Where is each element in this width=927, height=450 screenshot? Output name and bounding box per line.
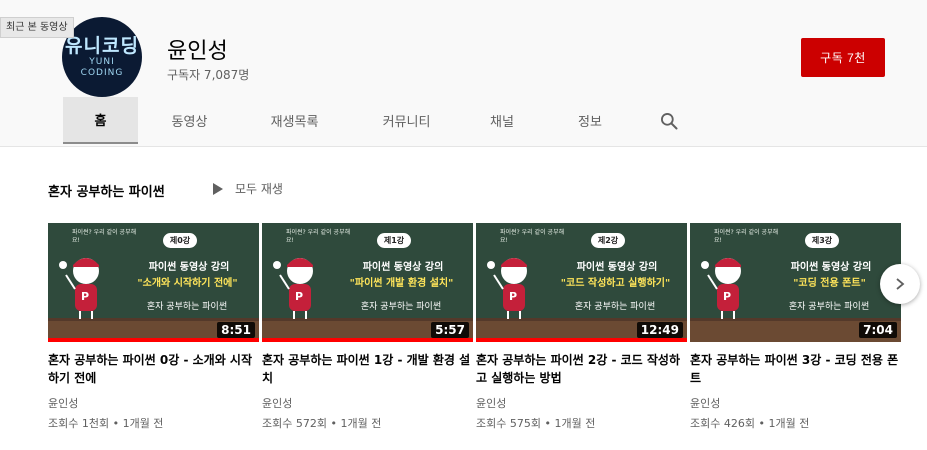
play-icon [213, 182, 223, 195]
tab-home[interactable]: 홈 [63, 97, 138, 144]
avatar-logo-text: 유니코딩 [65, 35, 139, 57]
video-channel[interactable]: 윤인성 [262, 395, 473, 411]
thumbnail-book: 혼자 공부하는 파이썬 [574, 302, 656, 312]
video-card[interactable]: 제2강 파이썬? 우리 같이 공부해요! 파이썬 동영상 강의 "코드 작성하고 실행… [476, 223, 687, 431]
channel-header: 유니코딩 YUNI CODING 윤인성 구독자 7,087명 구독 7천 홈 … [0, 0, 927, 146]
video-meta: 조회수 572회 • 1개월 전 [262, 417, 382, 430]
thumbnail-p-letter: P [81, 290, 90, 303]
thumbnail-book: 혼자 공부하는 파이썬 [360, 302, 442, 312]
video-duration: 8:51 [217, 322, 255, 338]
tab-videos[interactable]: 동영상 [138, 97, 241, 144]
thumbnail-line1: 파이썬 동영상 강의 [362, 262, 444, 273]
watch-progress-bar [476, 338, 687, 342]
video-title[interactable]: 혼자 공부하는 파이썬 1강 - 개발 환경 설치 [262, 351, 473, 387]
thumbnail-note: 파이썬? 우리 같이 공부해요! [286, 229, 351, 244]
channel-tabs: 홈 동영상 재생목록 커뮤니티 채널 정보 [63, 97, 696, 145]
thumbnail-line1: 파이썬 동영상 강의 [790, 262, 872, 273]
channel-name: 윤인성 [167, 39, 228, 64]
thumbnail-badge: 제0강 [163, 233, 197, 248]
video-thumbnail[interactable]: 제3강 파이썬? 우리 같이 공부해요! 파이썬 동영상 강의 "코딩 전용 폰트" 혼… [690, 223, 901, 342]
tab-playlists[interactable]: 재생목록 [241, 97, 348, 144]
video-channel[interactable]: 윤인성 [476, 395, 687, 411]
tab-channels[interactable]: 채널 [465, 97, 539, 144]
video-channel[interactable]: 윤인성 [690, 395, 901, 411]
recent-video-tag: 최근 본 동영상 [0, 17, 74, 38]
watch-progress-bar [262, 338, 473, 342]
video-thumbnail[interactable]: 제1강 파이썬? 우리 같이 공부해요! 파이썬 동영상 강의 "파이썬 개발 환경 … [262, 223, 473, 342]
video-thumbnail[interactable]: 제2강 파이썬? 우리 같이 공부해요! 파이썬 동영상 강의 "코드 작성하고 실행… [476, 223, 687, 342]
thumbnail-note: 파이썬? 우리 같이 공부해요! [714, 229, 779, 244]
tab-community[interactable]: 커뮤니티 [348, 97, 465, 144]
thumbnail-book: 혼자 공부하는 파이썬 [788, 302, 870, 312]
watch-progress-bar [48, 338, 259, 342]
home-content: 혼자 공부하는 파이썬 모두 재생 제0강 파이썬? 우리 같이 공부해요! 파이썬… [0, 146, 927, 450]
thumbnail-p-letter: P [509, 290, 518, 303]
shelf-title[interactable]: 혼자 공부하는 파이썬 [48, 181, 165, 200]
video-duration: 7:04 [859, 322, 897, 338]
thumbnail-line2: "코드 작성하고 실행하기" [560, 278, 671, 289]
play-all-button[interactable]: 모두 재생 [212, 180, 283, 197]
thumbnail-note: 파이썬? 우리 같이 공부해요! [72, 229, 137, 244]
thumbnail-p-letter: P [723, 290, 732, 303]
shelf-next-button[interactable] [880, 264, 920, 304]
video-title[interactable]: 혼자 공부하는 파이썬 0강 - 소개와 시작하기 전에 [48, 351, 259, 387]
thumbnail-badge: 제3강 [805, 233, 839, 248]
subscribe-button[interactable]: 구독 7천 [801, 38, 885, 77]
video-card[interactable]: 제1강 파이썬? 우리 같이 공부해요! 파이썬 동영상 강의 "파이썬 개발 환경 … [262, 223, 473, 431]
video-title[interactable]: 혼자 공부하는 파이썬 2강 - 코드 작성하고 실행하는 방법 [476, 351, 687, 387]
thumbnail-line1: 파이썬 동영상 강의 [576, 262, 658, 273]
channel-avatar[interactable]: 유니코딩 YUNI CODING [62, 17, 142, 97]
subscriber-count: 구독자 7,087명 [167, 68, 250, 82]
search-icon [660, 112, 677, 129]
tab-about[interactable]: 정보 [539, 97, 641, 144]
avatar-logo-sub: YUNI [89, 57, 115, 67]
thumbnail-line1: 파이썬 동영상 강의 [148, 262, 230, 273]
thumbnail-p-letter: P [295, 290, 304, 303]
thumbnail-badge: 제2강 [591, 233, 625, 248]
video-title[interactable]: 혼자 공부하는 파이썬 3강 - 코딩 전용 폰트 [690, 351, 901, 387]
video-card[interactable]: 제3강 파이썬? 우리 같이 공부해요! 파이썬 동영상 강의 "코딩 전용 폰트" 혼… [690, 223, 901, 431]
video-meta: 조회수 426회 • 1개월 전 [690, 417, 810, 430]
thumbnail-line2: "파이썬 개발 환경 설치" [349, 278, 454, 289]
channel-search-button[interactable] [641, 97, 696, 144]
thumbnail-badge: 제1강 [377, 233, 411, 248]
video-duration: 5:57 [431, 322, 469, 338]
video-meta: 조회수 1천회 • 1개월 전 [48, 417, 164, 430]
play-all-label: 모두 재생 [235, 182, 283, 196]
thumbnail-book: 혼자 공부하는 파이썬 [146, 302, 228, 312]
thumbnail-note: 파이썬? 우리 같이 공부해요! [500, 229, 565, 244]
video-duration: 12:49 [636, 322, 683, 338]
video-channel[interactable]: 윤인성 [48, 395, 259, 411]
avatar-logo-sub2: CODING [80, 68, 124, 78]
video-card[interactable]: 제0강 파이썬? 우리 같이 공부해요! 파이썬 동영상 강의 "소개와 시작하기 전… [48, 223, 259, 431]
youtube-channel-page: 최근 본 동영상 유니코딩 YUNI CODING 윤인성 구독자 7,087명… [0, 0, 927, 450]
chevron-right-icon [896, 278, 905, 290]
video-thumbnail[interactable]: 제0강 파이썬? 우리 같이 공부해요! 파이썬 동영상 강의 "소개와 시작하기 전… [48, 223, 259, 342]
video-meta: 조회수 575회 • 1개월 전 [476, 417, 596, 430]
thumbnail-line2: "소개와 시작하기 전에" [137, 278, 238, 289]
